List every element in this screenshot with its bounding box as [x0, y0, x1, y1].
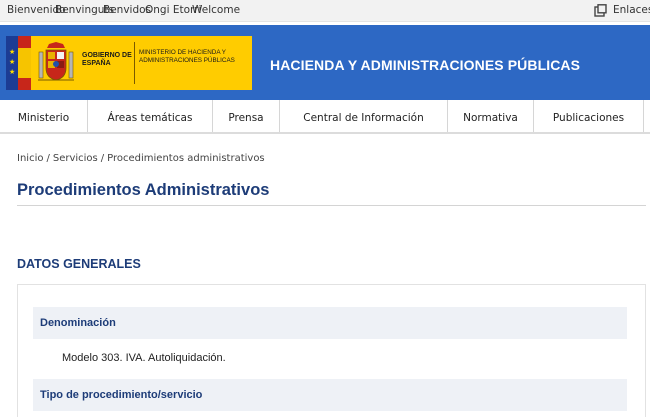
- breadcrumb-inicio[interactable]: Inicio: [17, 153, 43, 164]
- field-label-denominacion: Denominación: [33, 307, 627, 339]
- main-nav: Ministerio Áreas temáticas Prensa Centra…: [0, 100, 650, 134]
- language-link-en[interactable]: Welcome: [192, 4, 240, 16]
- breadcrumb-servicios[interactable]: Servicios: [53, 153, 98, 164]
- field-value-denominacion: Modelo 303. IVA. Autoliquidación.: [62, 352, 226, 364]
- site-header: ★ ★ ★ GOBIERNO DE ESPAÑA MINISTERIO DE H…: [0, 25, 650, 100]
- gobierno-text: GOBIERNO DE ESPAÑA: [82, 52, 132, 67]
- site-title[interactable]: HACIENDA Y ADMINISTRACIONES PÚBLICAS: [270, 57, 580, 73]
- nav-item-normativa[interactable]: Normativa: [448, 100, 534, 132]
- breadcrumb: Inicio / Servicios / Procedimientos administ…: [17, 153, 265, 164]
- ministerio-text: MINISTERIO DE HACIENDA Y ADMINISTRACIONE…: [139, 49, 235, 64]
- enlaces-label: Enlaces c: [613, 4, 650, 16]
- field-label-tipo-procedimiento: Tipo de procedimiento/servicio: [33, 379, 627, 411]
- language-bar: Bienvenido Benvinguts Benvidos Ongi Etor…: [0, 0, 650, 22]
- external-link-icon: [594, 4, 607, 17]
- datos-generales-panel: Denominación Modelo 303. IVA. Autoliquid…: [17, 284, 646, 417]
- gobierno-logo[interactable]: ★ ★ ★ GOBIERNO DE ESPAÑA MINISTERIO DE H…: [6, 36, 252, 90]
- logo-divider: [134, 42, 135, 84]
- nav-item-ministerio[interactable]: Ministerio: [0, 100, 88, 132]
- title-divider: [17, 205, 646, 206]
- nav-item-central-informacion[interactable]: Central de Información: [280, 100, 448, 132]
- breadcrumb-procedimientos[interactable]: Procedimientos administrativos: [107, 153, 265, 164]
- spain-flag-icon: [18, 36, 31, 90]
- nav-item-publicaciones[interactable]: Publicaciones: [534, 100, 644, 132]
- nav-item-areas-tematicas[interactable]: Áreas temáticas: [88, 100, 213, 132]
- coat-of-arms-icon: [38, 42, 74, 81]
- breadcrumb-separator: /: [46, 153, 50, 164]
- nav-item-prensa[interactable]: Prensa: [213, 100, 280, 132]
- breadcrumb-separator: /: [100, 153, 105, 164]
- page-title: Procedimientos Administrativos: [17, 181, 270, 199]
- language-link-gl[interactable]: Benvidos: [103, 4, 151, 16]
- eu-flag-icon: ★ ★ ★: [6, 36, 18, 90]
- section-title-datos-generales: DATOS GENERALES: [17, 257, 141, 271]
